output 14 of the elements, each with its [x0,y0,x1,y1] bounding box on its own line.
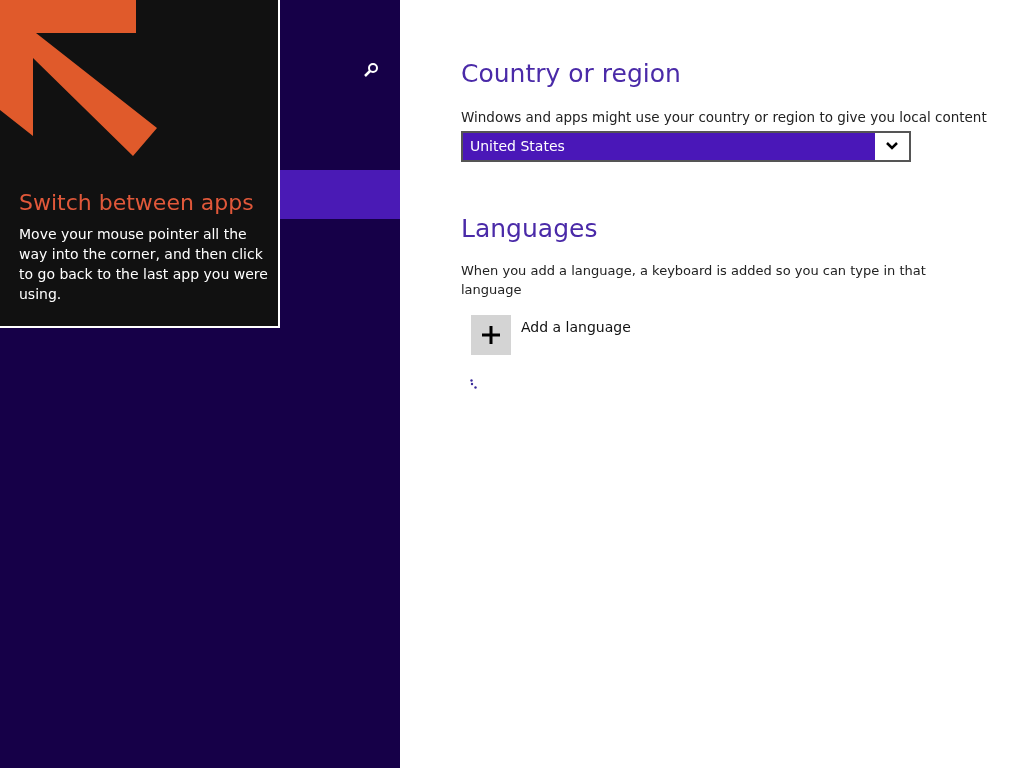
add-language-label[interactable]: Add a language [521,317,631,339]
chevron-down-icon [886,142,898,151]
tip-title: Switch between apps [19,189,254,217]
section-heading: Country or region [461,58,682,90]
tip-body: Move your mouse pointer all the way into the corner, and then click to go back to the last app you were using. [19,225,269,304]
add-language-button[interactable] [471,315,511,356]
section-heading: Languages [461,212,599,245]
country-dropdown[interactable]: United States [461,130,911,162]
arrow-icon [0,0,158,158]
search-icon[interactable] [363,62,379,78]
description-text: Windows and apps might use your country or region to give you local content [461,107,988,127]
description-text: When you add a language, a keyboard is added so you can type in that language [461,262,927,300]
plus-icon [481,325,501,346]
dropdown-value: United States [469,136,566,156]
